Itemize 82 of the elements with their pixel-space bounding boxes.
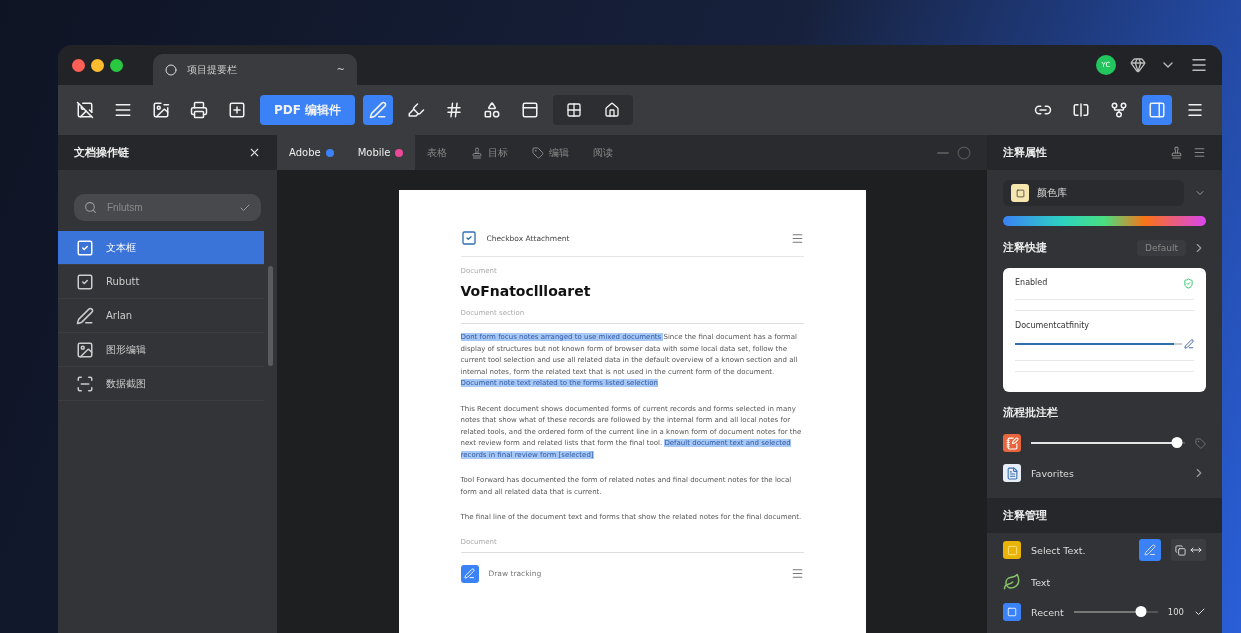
slider-value: 100 xyxy=(1167,607,1184,617)
pen-icon xyxy=(1184,339,1194,349)
pen-icon xyxy=(76,306,94,325)
pen-icon xyxy=(464,568,475,579)
house-icon xyxy=(604,102,621,118)
document-tab[interactable]: 阅读 xyxy=(581,135,626,170)
highlighter-icon xyxy=(407,101,426,119)
image-icon xyxy=(152,101,170,119)
card-text: Enabled xyxy=(1015,278,1048,289)
search-input[interactable]: Fnlutsm xyxy=(105,201,231,214)
gem-icon xyxy=(1130,57,1146,73)
document-title: VoFnatocllloaret xyxy=(460,283,592,299)
color-dropdown[interactable]: 颜色库 xyxy=(1003,180,1184,206)
row-label: Text xyxy=(1031,576,1051,588)
window-tab[interactable]: 项目提要栏 ~ xyxy=(153,54,357,85)
slider-thumb[interactable] xyxy=(1135,606,1147,617)
leaf-icon xyxy=(1003,573,1021,591)
sidebar-item[interactable]: 图形编辑 xyxy=(58,333,264,367)
shapes-icon xyxy=(483,101,502,119)
menu-icon xyxy=(1186,101,1204,119)
image-icon xyxy=(76,340,94,359)
menu-icon xyxy=(790,567,804,580)
document-tab[interactable]: 表格 xyxy=(415,135,460,170)
search-field[interactable]: Fnlutsm xyxy=(74,194,261,221)
row-label: Select Text. xyxy=(1031,544,1087,556)
section-title: 注释快捷 xyxy=(1003,241,1047,255)
shield-check-icon xyxy=(1183,278,1194,289)
panel-right-button[interactable] xyxy=(1142,95,1172,125)
maximize-button[interactable] xyxy=(110,58,123,72)
section-title: 注释管理 xyxy=(1003,508,1047,523)
square-icon xyxy=(1015,188,1025,198)
close-button[interactable] xyxy=(72,58,85,72)
list-icon xyxy=(114,101,132,119)
checkbox-icon xyxy=(76,272,94,291)
row-label: Recent xyxy=(1031,606,1064,618)
copy-button[interactable] xyxy=(1171,539,1206,561)
search-icon xyxy=(84,201,97,214)
fork-icon xyxy=(1110,101,1128,119)
tag-icon xyxy=(532,146,545,159)
menu-icon xyxy=(1193,146,1206,159)
printer-icon xyxy=(190,101,208,119)
scan-icon xyxy=(76,374,94,393)
panel-title: 注释属性 xyxy=(1003,145,1047,160)
section-title: 流程批注栏 xyxy=(1003,406,1058,420)
sidebar-item[interactable]: Arlan xyxy=(58,299,264,333)
document-tab[interactable]: 目标 xyxy=(459,135,521,170)
scrollbar[interactable] xyxy=(268,266,273,366)
slider-thumb[interactable] xyxy=(1171,437,1183,448)
square-icon xyxy=(1007,607,1017,617)
pen-icon xyxy=(369,101,388,119)
tag-icon xyxy=(1195,437,1206,449)
favorites-row[interactable]: Favorites xyxy=(987,458,1222,488)
hash-icon xyxy=(445,101,464,119)
sidebar-title: 文档操作链 xyxy=(74,145,129,160)
grid-icon xyxy=(566,102,583,118)
pen-button[interactable] xyxy=(363,95,394,125)
checkbox-icon xyxy=(76,238,94,257)
check-icon xyxy=(1194,606,1206,618)
copy-icon xyxy=(1175,544,1186,556)
stamp-icon xyxy=(1170,146,1183,159)
card-text: Documentcatfinity xyxy=(1015,321,1090,330)
checkbox-icon xyxy=(460,230,477,246)
add-icon xyxy=(228,101,246,119)
minimize-button[interactable] xyxy=(91,58,104,72)
panel-icon xyxy=(521,101,540,119)
sidebar-item[interactable]: Rubutt xyxy=(58,265,264,299)
pen-icon xyxy=(1144,544,1156,556)
panel-right-icon xyxy=(1148,101,1166,119)
sidebar-item[interactable]: 数据截图 xyxy=(58,367,264,401)
sidebar-item[interactable]: 文本框 xyxy=(58,231,264,265)
tab-hint: ~ xyxy=(336,64,345,75)
close-icon xyxy=(248,146,261,159)
tab-title: 项目提要栏 xyxy=(187,62,237,77)
split-icon xyxy=(1072,101,1090,119)
circle-icon xyxy=(957,145,971,160)
stamp-icon xyxy=(471,146,484,159)
image-off-icon xyxy=(76,101,94,119)
menu-icon xyxy=(790,231,804,245)
menu-icon xyxy=(1190,56,1208,74)
color-spectrum[interactable] xyxy=(1003,216,1206,226)
document-tab[interactable]: 编辑 xyxy=(520,135,582,170)
app-icon xyxy=(165,63,177,76)
